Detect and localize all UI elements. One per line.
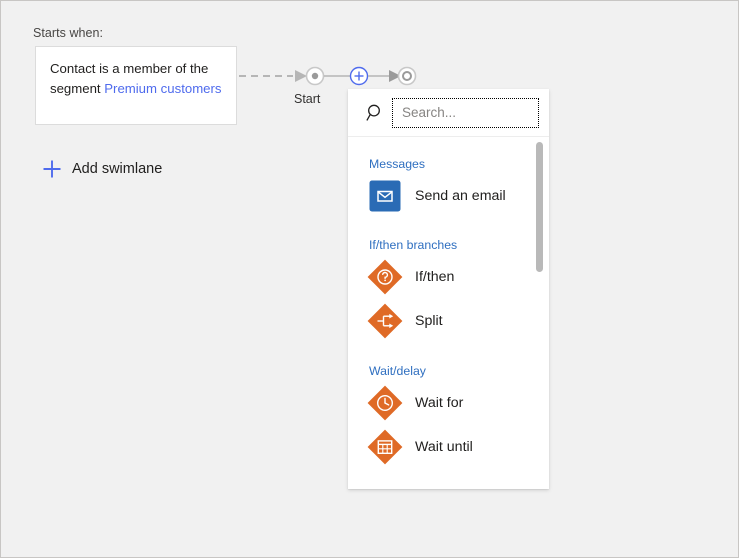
step-item-split[interactable]: Split	[348, 299, 549, 343]
add-swimlane-label: Add swimlane	[72, 161, 162, 177]
step-item-label: If/then	[415, 269, 454, 285]
step-item-label: Wait until	[415, 439, 473, 455]
trigger-card-segment-link[interactable]: Premium customers	[104, 81, 221, 96]
flyout-search-row	[348, 89, 549, 137]
calendar-icon-glyph	[367, 429, 403, 465]
group-title-messages: Messages	[348, 154, 549, 174]
end-node-icon[interactable]	[399, 68, 416, 85]
search-field-wrapper[interactable]	[392, 98, 539, 128]
plus-icon	[41, 158, 63, 180]
question-mark-icon-glyph	[367, 259, 403, 295]
add-step-flyout-panel: Messages Send an email If/then branches	[348, 89, 549, 489]
vertical-scrollbar[interactable]	[534, 137, 545, 489]
step-item-label: Send an email	[415, 188, 506, 204]
step-item-send-an-email[interactable]: Send an email	[348, 174, 549, 218]
clock-icon-glyph	[367, 385, 403, 421]
step-item-wait-until[interactable]: Wait until	[348, 425, 549, 469]
step-item-wait-for[interactable]: Wait for	[348, 381, 549, 425]
search-input[interactable]	[393, 99, 538, 127]
search-icon	[358, 98, 392, 128]
group-title-ifthen-branches: If/then branches	[348, 235, 549, 255]
envelope-icon-glyph	[369, 180, 401, 212]
arrow-right-icon	[295, 70, 307, 82]
step-item-label: Wait for	[415, 395, 463, 411]
clock-icon	[367, 385, 403, 421]
split-branch-icon	[367, 303, 403, 339]
trigger-card-text: Contact is a member of the segment Premi…	[50, 59, 222, 99]
split-branch-icon-glyph	[367, 303, 403, 339]
step-item-ifthen[interactable]: If/then	[348, 255, 549, 299]
search-icon-glyph	[366, 103, 385, 122]
flyout-step-list: Messages Send an email If/then branches	[348, 137, 549, 489]
vertical-scrollbar-thumb[interactable]	[536, 142, 543, 272]
trigger-card[interactable]: Contact is a member of the segment Premi…	[35, 46, 237, 125]
add-swimlane-button[interactable]: Add swimlane	[41, 156, 162, 182]
start-node-label: Start	[294, 92, 320, 106]
step-item-label: Split	[415, 313, 443, 329]
flow-connector	[237, 63, 427, 89]
group-title-wait-delay: Wait/delay	[348, 361, 549, 381]
start-node-dot	[312, 73, 318, 79]
app-window: Starts when: Contact is a member of the …	[0, 0, 739, 558]
calendar-icon	[367, 429, 403, 465]
envelope-icon	[367, 178, 403, 214]
question-mark-icon	[367, 259, 403, 295]
starts-when-label: Starts when:	[33, 26, 103, 40]
